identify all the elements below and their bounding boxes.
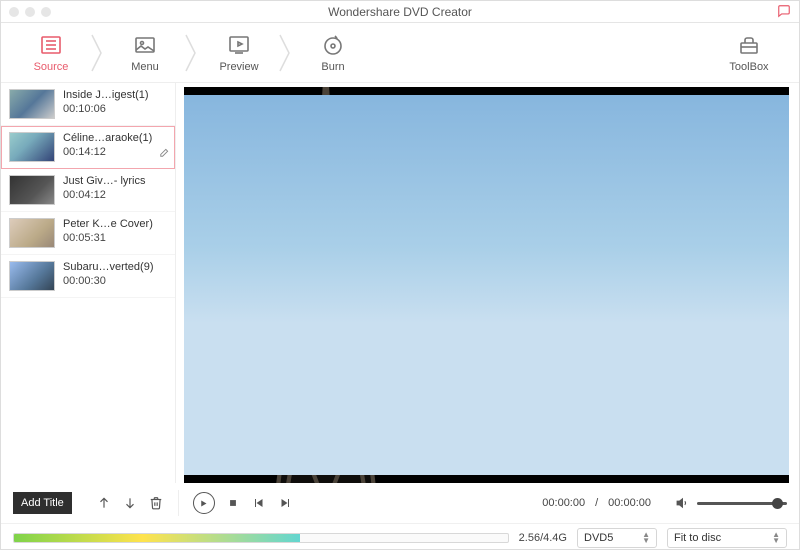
move-up-icon[interactable] xyxy=(96,495,112,511)
disc-type-value: DVD5 xyxy=(584,532,613,544)
clip-name: Just Giv…- lyrics xyxy=(63,175,146,187)
volume-icon[interactable] xyxy=(675,495,691,511)
fit-value: Fit to disc xyxy=(674,532,721,544)
step-toolbox-label: ToolBox xyxy=(729,61,768,73)
capacity-fill xyxy=(14,534,300,542)
capacity-label: 2.56/4.4G xyxy=(519,532,567,544)
capacity-bar xyxy=(13,533,509,543)
step-preview-label: Preview xyxy=(219,61,258,73)
step-menu-label: Menu xyxy=(131,61,159,73)
prev-button[interactable] xyxy=(251,495,267,511)
chevron-icon xyxy=(185,33,199,73)
step-toolbar: Source Menu Preview Burn ToolBox xyxy=(1,23,799,83)
time-current: 00:00:00 xyxy=(542,497,585,509)
clip-thumbnail xyxy=(9,218,55,248)
step-burn-label: Burn xyxy=(321,61,344,73)
feedback-icon[interactable] xyxy=(777,4,791,21)
window-title: Wondershare DVD Creator xyxy=(1,5,799,19)
clip-name: Peter K…e Cover) xyxy=(63,218,153,230)
edit-clip-icon[interactable] xyxy=(158,148,169,162)
clip-name: Céline…araoke(1) xyxy=(63,132,152,144)
clip-thumbnail xyxy=(9,175,55,205)
move-down-icon[interactable] xyxy=(122,495,138,511)
title-bar: Wondershare DVD Creator xyxy=(1,1,799,23)
step-source[interactable]: Source xyxy=(11,33,91,73)
time-total: 00:00:00 xyxy=(608,497,651,509)
clip-duration: 00:14:12 xyxy=(63,146,152,158)
clip-item[interactable]: Peter K…e Cover) 00:05:31 xyxy=(1,212,175,255)
add-title-button[interactable]: Add Title xyxy=(13,492,72,514)
clip-thumbnail xyxy=(9,89,55,119)
trash-icon[interactable] xyxy=(148,495,164,511)
volume-slider[interactable] xyxy=(697,502,787,505)
controls-row: Add Title 00:00:00 / 00:00:00 xyxy=(1,483,799,523)
clip-item[interactable]: Subaru…verted(9) 00:00:30 xyxy=(1,255,175,298)
play-button[interactable] xyxy=(193,492,215,514)
bottom-bar: 2.56/4.4G DVD5 ▲▼ Fit to disc ▲▼ xyxy=(1,523,799,551)
clip-duration: 00:00:30 xyxy=(63,275,154,287)
preview-pane xyxy=(176,83,799,483)
clip-duration: 00:05:31 xyxy=(63,232,153,244)
clip-duration: 00:10:06 xyxy=(63,103,149,115)
step-toolbox[interactable]: ToolBox xyxy=(709,33,789,73)
fit-select[interactable]: Fit to disc ▲▼ xyxy=(667,528,787,548)
chevron-icon xyxy=(91,33,105,73)
clip-item[interactable]: Inside J…igest(1) 00:10:06 xyxy=(1,83,175,126)
clip-item[interactable]: Céline…araoke(1) 00:14:12 xyxy=(1,126,175,169)
clip-duration: 00:04:12 xyxy=(63,189,146,201)
step-menu[interactable]: Menu xyxy=(105,33,185,73)
stop-button[interactable] xyxy=(225,495,241,511)
clip-name: Inside J…igest(1) xyxy=(63,89,149,101)
stepper-icon: ▲▼ xyxy=(772,532,780,544)
clip-thumbnail xyxy=(9,132,55,162)
clip-list: Inside J…igest(1) 00:10:06 Céline…araoke… xyxy=(1,83,176,483)
step-preview[interactable]: Preview xyxy=(199,33,279,73)
volume-knob[interactable] xyxy=(772,498,783,509)
step-burn[interactable]: Burn xyxy=(293,33,373,73)
step-source-label: Source xyxy=(34,61,69,73)
stepper-icon: ▲▼ xyxy=(642,532,650,544)
time-sep: / xyxy=(595,497,598,509)
chevron-icon xyxy=(279,33,293,73)
clip-thumbnail xyxy=(9,261,55,291)
clip-name: Subaru…verted(9) xyxy=(63,261,154,273)
disc-type-select[interactable]: DVD5 ▲▼ xyxy=(577,528,657,548)
video-preview[interactable] xyxy=(184,87,789,483)
next-button[interactable] xyxy=(277,495,293,511)
clip-item[interactable]: Just Giv…- lyrics 00:04:12 xyxy=(1,169,175,212)
main-body: Inside J…igest(1) 00:10:06 Céline…araoke… xyxy=(1,83,799,483)
